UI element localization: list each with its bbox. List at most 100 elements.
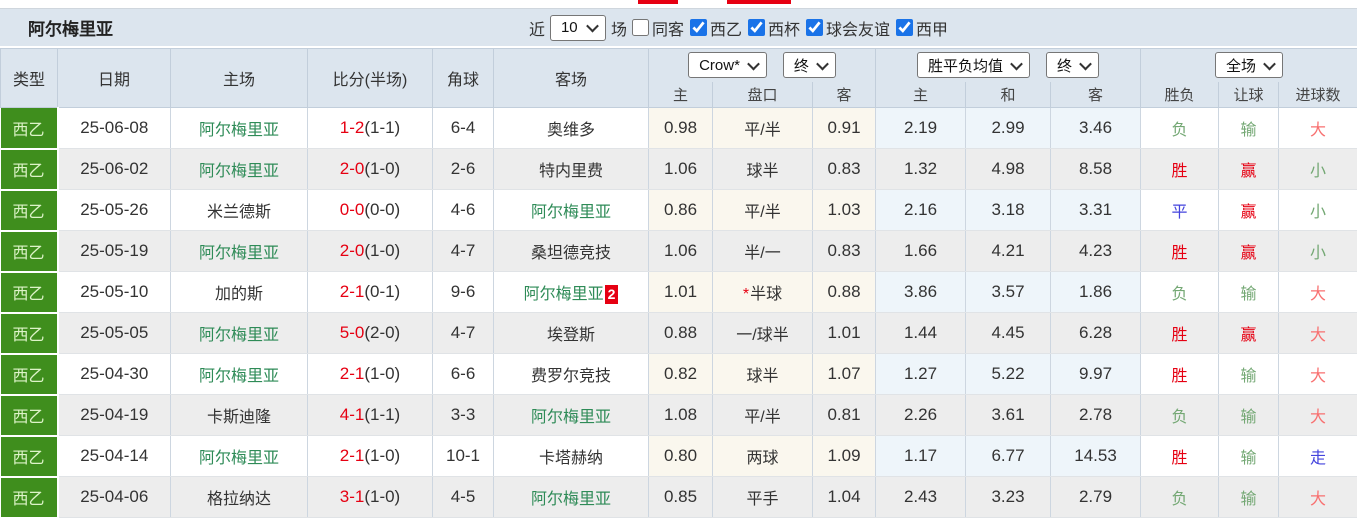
checkbox[interactable]	[631, 19, 649, 36]
full-score: 2-0	[339, 159, 365, 178]
home-team-link[interactable]: 格拉纳达	[207, 491, 271, 508]
avg-draw-value: 3.61	[991, 405, 1025, 424]
scope-value: 全场	[1226, 57, 1257, 75]
half-score: (2-0)	[364, 323, 401, 342]
match-row: 西乙 25-05-19 阿尔梅里亚 2-0(1-0) 4-7 桑坦德竞技 1.06 半/一 0.…	[0, 230, 1357, 273]
home-team-link[interactable]: 阿尔梅里亚	[199, 122, 279, 139]
handicap-result-value: 输	[1240, 286, 1257, 303]
date-cell: 25-04-30	[57, 353, 171, 395]
handicap-cell: 平手	[712, 476, 813, 518]
subheader-handicap: 盘口	[712, 81, 813, 108]
match-history-panel: 阿尔梅里亚 近 10 场 同客 西乙 西杯 球会友谊 西甲 类型 日期 主场 比分(半场…	[0, 0, 1357, 518]
result-value: 胜	[1171, 245, 1188, 262]
avg-draw-value: 2.99	[991, 118, 1025, 137]
avg-away-cell: 2.78	[1050, 394, 1142, 436]
home-team-cell: 加的斯	[170, 271, 308, 313]
half-score: (1-0)	[364, 159, 401, 178]
avg-away-cell: 8.58	[1050, 148, 1142, 190]
odds-away-value: 1.07	[827, 364, 861, 383]
recent-label: 近	[528, 21, 545, 39]
avg-home-value: 1.17	[903, 446, 938, 465]
handicap-result-cell: 赢	[1218, 312, 1280, 354]
handicap-value: 一/球半	[736, 327, 789, 344]
handicap-result-cell: 输	[1218, 271, 1280, 313]
league-type-cell: 西乙	[0, 435, 59, 478]
col-header-away: 客场	[493, 48, 649, 108]
away-team-link[interactable]: 费罗尔竞技	[531, 368, 611, 385]
odds-home-cell: 1.06	[648, 230, 713, 272]
home-team-link[interactable]: 阿尔梅里亚	[199, 327, 279, 344]
home-team-link[interactable]: 阿尔梅里亚	[199, 450, 279, 467]
league-filter-球会友谊[interactable]: 球会友谊	[806, 16, 890, 40]
checkbox[interactable]	[748, 19, 765, 36]
league-type-label: 西乙	[12, 327, 45, 344]
corners-cell: 6-6	[432, 353, 494, 395]
odds-time-select[interactable]: 终	[782, 52, 836, 79]
home-team-link[interactable]: 卡斯迪隆	[207, 409, 271, 426]
avg-draw-cell: 3.57	[965, 271, 1052, 313]
away-team-link[interactable]: 埃登斯	[547, 327, 595, 344]
handicap-result-cell: 赢	[1218, 148, 1280, 190]
away-team-link[interactable]: 阿尔梅里亚	[531, 204, 611, 221]
away-team-link[interactable]: 奥维多	[547, 122, 595, 139]
score-cell: 1-2(1-1)	[307, 107, 433, 149]
odds-home-cell: 0.86	[648, 189, 713, 231]
away-team-link[interactable]: 阿尔梅里亚	[524, 286, 604, 303]
odds-company-select[interactable]: Crow*	[688, 52, 767, 79]
home-team-link[interactable]: 阿尔梅里亚	[199, 368, 279, 385]
handicap-cell: 球半	[712, 148, 813, 190]
avg-time-select[interactable]: 终	[1046, 52, 1100, 79]
avg-type-select[interactable]: 胜平负均值	[917, 52, 1031, 79]
handicap-cell: 半/一	[712, 230, 813, 272]
away-team-link[interactable]: 卡塔赫纳	[539, 450, 603, 467]
goals-cell: 大	[1278, 107, 1357, 149]
col-header-score: 比分(半场)	[307, 48, 433, 108]
league-filter-同客[interactable]: 同客	[631, 16, 684, 40]
odds-away-cell: 1.09	[812, 435, 877, 477]
goals-cell: 大	[1278, 312, 1357, 354]
recent-count-select[interactable]: 10	[549, 14, 606, 41]
away-team-link[interactable]: 阿尔梅里亚	[531, 409, 611, 426]
league-type-cell: 西乙	[0, 271, 59, 314]
match-row: 西乙 25-04-30 阿尔梅里亚 2-1(1-0) 6-6 费罗尔竞技 0.82 球半 1.0…	[0, 353, 1357, 396]
home-team-link[interactable]: 加的斯	[215, 286, 263, 303]
league-type-cell: 西乙	[0, 189, 59, 232]
odds-away-value: 1.04	[827, 487, 861, 506]
away-team-link[interactable]: 特内里费	[539, 163, 603, 180]
corners-value: 4-5	[450, 487, 476, 506]
result-cell: 胜	[1140, 312, 1220, 354]
checkbox[interactable]	[806, 19, 824, 36]
checkbox[interactable]	[896, 19, 914, 36]
league-type-label: 西乙	[12, 450, 45, 467]
chevron-down-icon	[747, 57, 760, 71]
odds-away-cell: 1.03	[812, 189, 877, 231]
scope-select[interactable]: 全场	[1215, 52, 1284, 79]
odds-home-cell: 0.85	[648, 476, 713, 518]
matches-table: 类型 日期 主场 比分(半场) 角球 客场 Crow* 终 胜平负均值 终 全场…	[0, 48, 1357, 518]
match-row: 西乙 25-05-05 阿尔梅里亚 5-0(2-0) 4-7 埃登斯 0.88 一/球半 1.0…	[0, 312, 1357, 355]
goals-cell: 大	[1278, 394, 1357, 436]
avg-away-value: 14.53	[1074, 446, 1117, 465]
avg-draw-cell: 3.18	[965, 189, 1052, 231]
avg-draw-value: 6.77	[991, 446, 1025, 465]
filter-controls: 近 10 场 同客 西乙 西杯 球会友谊 西甲	[409, 14, 948, 41]
handicap-cell: 平/半	[712, 394, 813, 436]
match-date: 25-04-14	[80, 446, 149, 465]
odds-away-cell: 1.07	[812, 353, 877, 395]
home-team-link[interactable]: 阿尔梅里亚	[199, 245, 279, 262]
away-team-link[interactable]: 阿尔梅里亚	[531, 491, 611, 508]
result-cell: 负	[1140, 271, 1220, 313]
handicap-value: 球半	[746, 368, 779, 385]
away-team-link[interactable]: 桑坦德竞技	[531, 245, 611, 262]
odds-home-value: 0.88	[663, 323, 698, 342]
odds-away-value: 0.88	[827, 282, 861, 301]
league-filter-西乙[interactable]: 西乙	[689, 16, 742, 40]
checkbox[interactable]	[689, 19, 707, 36]
home-team-link[interactable]: 米兰德斯	[207, 204, 271, 221]
goals-cell: 小	[1278, 230, 1357, 272]
full-score: 2-1	[339, 364, 365, 383]
league-filter-西甲[interactable]: 西甲	[896, 16, 948, 40]
home-team-link[interactable]: 阿尔梅里亚	[199, 163, 279, 180]
league-type-cell: 西乙	[0, 107, 59, 150]
league-filter-西杯[interactable]: 西杯	[748, 16, 800, 40]
